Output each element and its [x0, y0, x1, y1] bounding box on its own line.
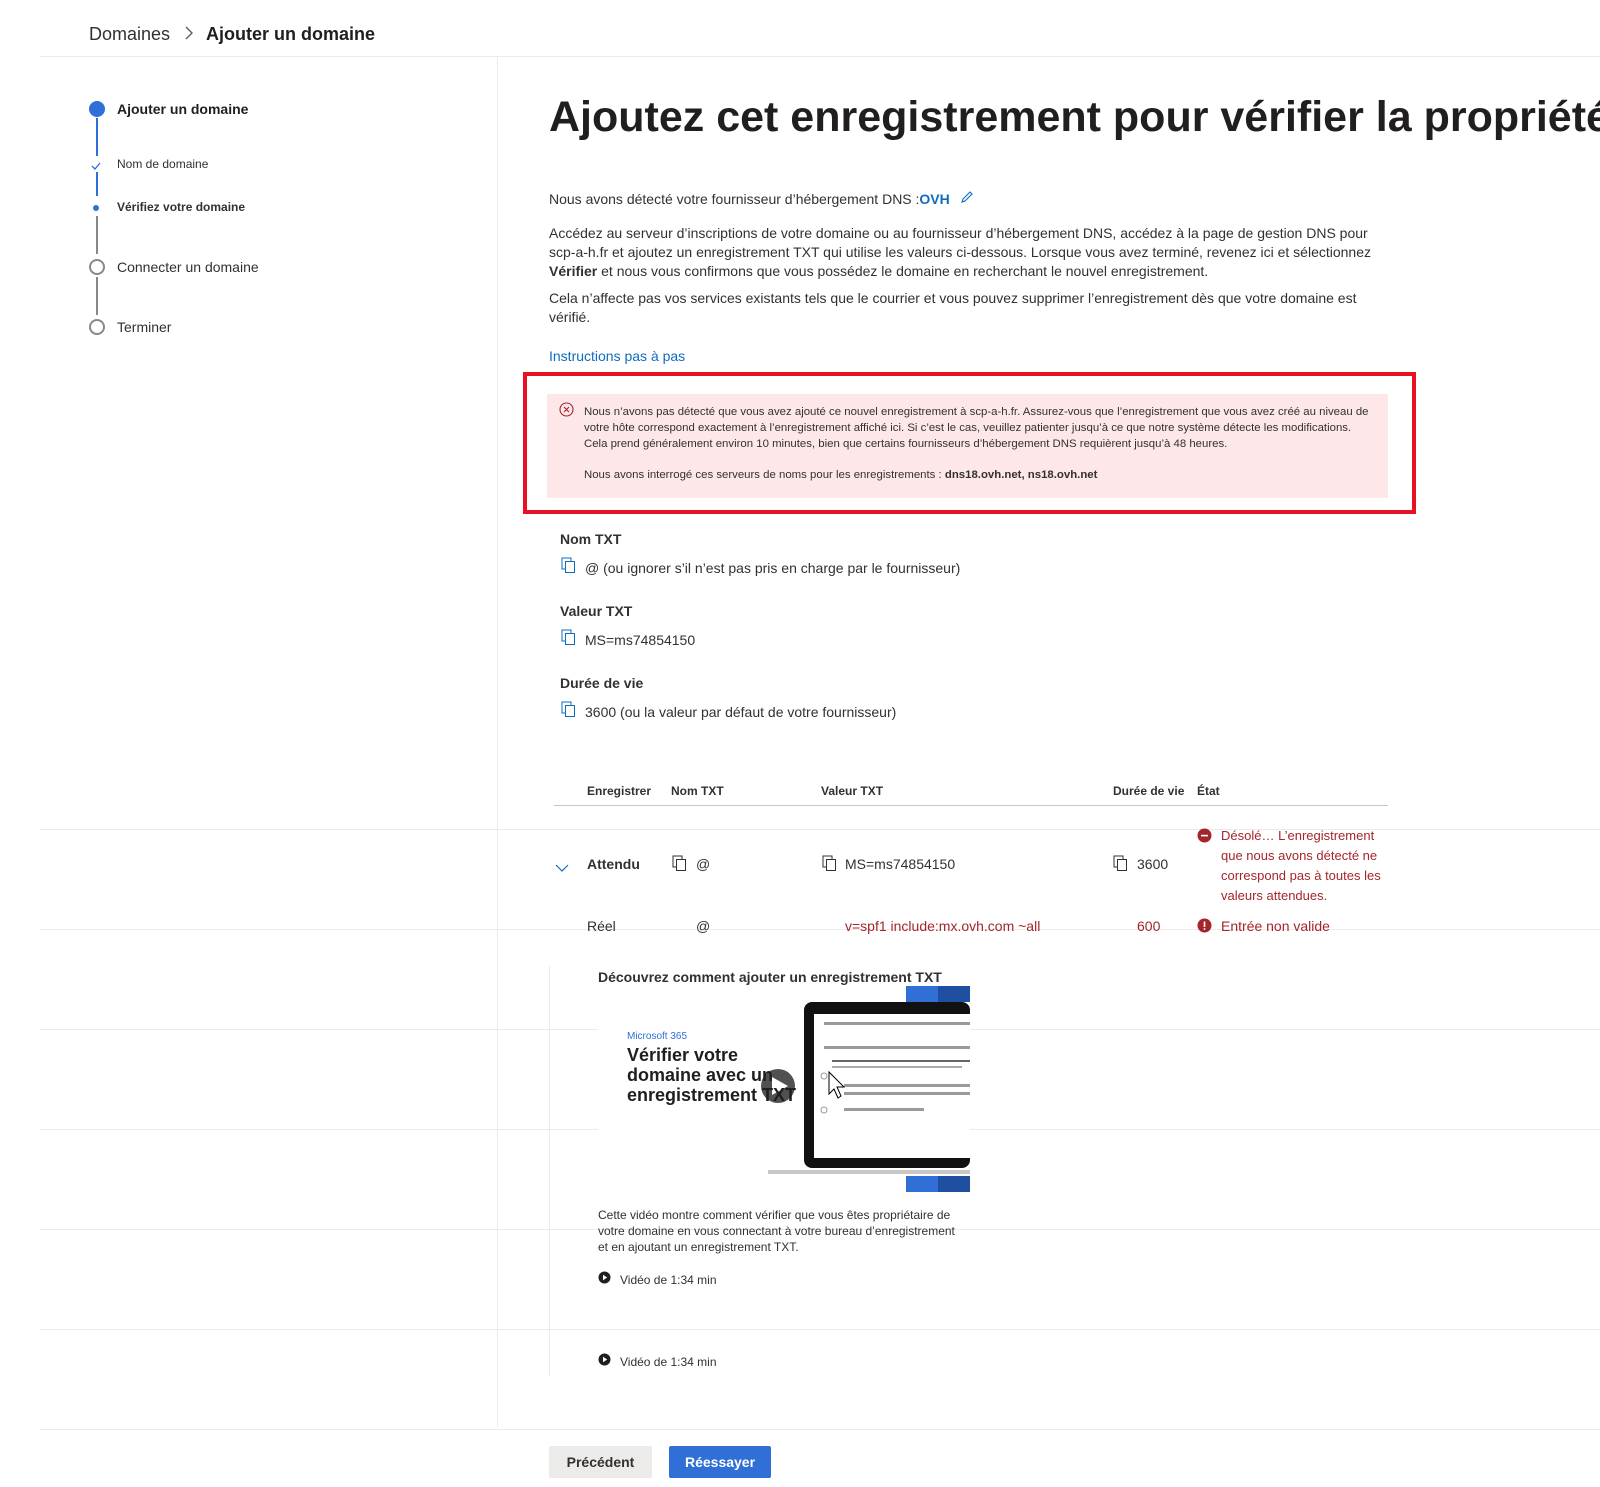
- row-expected-ttl: 3600: [1137, 856, 1169, 872]
- step-by-step-link[interactable]: Instructions pas à pas: [549, 347, 685, 366]
- no-impact-paragraph: Cela n’affecte pas vos services existant…: [549, 290, 1357, 325]
- row-expected-value: MS=ms74854150: [845, 856, 956, 872]
- error-filled-icon: [1197, 918, 1212, 938]
- row-actual-label: Réel: [587, 918, 616, 934]
- row-actual-name: @: [696, 918, 711, 934]
- substep-domain-name: Nom de domaine: [117, 157, 209, 171]
- row-actual-ttl: 600: [1137, 918, 1161, 934]
- error-message-text: Nous n’avons pas détecté que vous avez a…: [584, 406, 1369, 450]
- video-description: Cette vidéo montre comment vérifier que …: [598, 1207, 978, 1255]
- copy-icon[interactable]: [1113, 855, 1128, 877]
- chevron-down-icon[interactable]: [555, 860, 569, 878]
- overlay-seam: [40, 1329, 1600, 1330]
- instructions-paragraph: Accédez au serveur d’inscriptions de vot…: [549, 224, 1389, 281]
- video-duration-text: Vidéo de 1:34 min: [620, 1355, 717, 1369]
- nameservers-list: dns18.ovh.net, ns18.ovh.net: [944, 469, 1098, 481]
- copy-icon[interactable]: [561, 557, 576, 579]
- chevron-right-icon: [184, 24, 194, 45]
- video-duration-text: Vidéo de 1:34 min: [620, 1273, 717, 1287]
- substep-current-dot: [93, 205, 99, 211]
- breadcrumb-domains-link[interactable]: Domaines: [89, 24, 170, 45]
- step-pending-icon: [89, 259, 105, 275]
- play-circle-icon: [598, 1271, 611, 1289]
- provider-prefix: Nous avons détecté votre fournisseur d’h…: [549, 191, 920, 207]
- page-title: Ajoutez cet enregistrement pour vérifier…: [549, 93, 1600, 141]
- video-description-line: Cette vidéo montre comment vérifier que …: [598, 1208, 951, 1222]
- instructions-text-end: et nous vous confirmons que vous posséde…: [597, 263, 1209, 279]
- copy-icon[interactable]: [672, 855, 687, 877]
- video-thumb-headline: Vérifier votre domaine avec un enregistr…: [627, 1045, 796, 1105]
- txt-name-value: @ (ou ignorer s’il n’est pas pris en cha…: [585, 560, 961, 576]
- nameservers-prefix: Nous avons interrogé ces serveurs de nom…: [584, 469, 945, 481]
- video-title: Découvrez comment ajouter un enregistrem…: [598, 969, 942, 985]
- video-thumb-brand: Microsoft 365: [627, 1031, 688, 1042]
- overlay-seam: [40, 929, 1600, 930]
- row-expected-label: Attendu: [587, 856, 640, 872]
- video-duration[interactable]: Vidéo de 1:34 min: [598, 1271, 717, 1289]
- table-header-divider: [554, 805, 1388, 806]
- video-description-line: votre domaine en vous connectant à votre…: [598, 1224, 955, 1238]
- ttl-label: Durée de vie: [560, 675, 644, 691]
- copy-icon[interactable]: [561, 701, 576, 723]
- step-current-icon: [89, 101, 105, 117]
- provider-line: Nous avons détecté votre fournisseur d’h…: [549, 190, 974, 209]
- col-header-record: Enregistrer: [587, 784, 652, 798]
- video-thumbnail[interactable]: Microsoft 365 Vérifier votre domaine ave…: [598, 986, 970, 1192]
- error-circle-icon: [559, 402, 574, 422]
- row-actual-status: Entrée non valide: [1221, 918, 1330, 934]
- header-divider: [40, 56, 1600, 57]
- edit-pencil-icon[interactable]: [960, 190, 974, 209]
- video-thumb-line: domaine avec un: [627, 1065, 774, 1085]
- provider-name: OVH: [919, 191, 950, 207]
- col-header-txt-value: Valeur TXT: [821, 784, 884, 798]
- retry-button[interactable]: Réessayer: [669, 1446, 771, 1478]
- step-connect-domain: Connecter un domaine: [117, 259, 259, 275]
- video-thumb-line: enregistrement TXT: [627, 1085, 797, 1105]
- txt-name-label: Nom TXT: [560, 531, 622, 547]
- col-header-ttl: Durée de vie: [1113, 784, 1185, 798]
- breadcrumb: Domaines Ajouter un domaine: [89, 22, 375, 46]
- error-filled-icon: [1197, 828, 1212, 848]
- footer-divider: [40, 1429, 1600, 1430]
- step-add-domain: Ajouter un domaine: [117, 101, 249, 117]
- play-circle-icon: [598, 1353, 611, 1371]
- step-connector: [96, 277, 98, 315]
- nameservers-line: Nous avons interrogé ces serveurs de nom…: [584, 467, 1097, 483]
- breadcrumb-current: Ajouter un domaine: [206, 23, 376, 44]
- video-duration[interactable]: Vidéo de 1:34 min: [598, 1353, 717, 1371]
- txt-value-label: Valeur TXT: [560, 603, 633, 619]
- row-expected-name: @: [696, 856, 711, 872]
- step-connector: [96, 216, 98, 254]
- step-pending-icon: [89, 319, 105, 335]
- row-expected-status: Désolé… L’enregistrement que nous avons …: [1221, 828, 1381, 903]
- copy-icon[interactable]: [561, 629, 576, 651]
- video-description-line: et en ajoutant un enregistrement TXT.: [598, 1240, 799, 1254]
- ttl-value: 3600 (ou la valeur par défaut de votre f…: [585, 704, 897, 720]
- col-header-txt-name: Nom TXT: [671, 784, 724, 798]
- step-connector: [96, 172, 98, 196]
- verify-keyword: Vérifier: [549, 263, 598, 279]
- sidebar-divider: [497, 57, 498, 1427]
- video-thumb-line: Vérifier votre: [627, 1045, 739, 1065]
- txt-value-value: MS=ms74854150: [585, 632, 696, 648]
- step-connector: [96, 118, 98, 156]
- row-actual-value: v=spf1 include:mx.ovh.com ~all: [845, 918, 1041, 934]
- video-section-rule: [549, 966, 550, 1376]
- col-header-status: État: [1197, 784, 1220, 798]
- copy-icon[interactable]: [822, 855, 837, 877]
- instructions-text: Accédez au serveur d’inscriptions de vot…: [549, 225, 1371, 260]
- previous-button[interactable]: Précédent: [549, 1446, 652, 1478]
- step-finish: Terminer: [117, 319, 172, 335]
- substep-verify-domain: Vérifiez votre domaine: [117, 200, 246, 214]
